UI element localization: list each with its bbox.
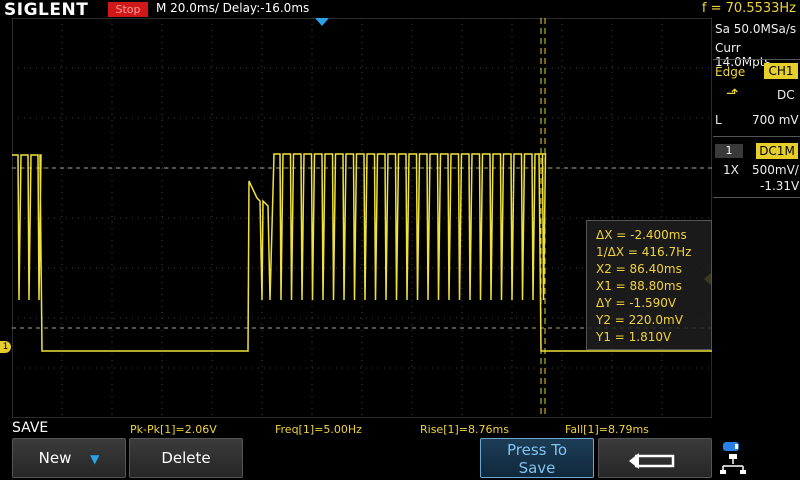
measurement-pkpk: Pk-Pk[1]=2.06V xyxy=(130,423,217,436)
menu-title: SAVE xyxy=(12,420,49,436)
cursor-x1: X1 = 88.80ms xyxy=(596,279,682,293)
channel-scale: 500mV/ xyxy=(752,163,799,177)
measurement-freq: Freq[1]=5.00Hz xyxy=(275,423,362,436)
network-icon xyxy=(720,442,746,474)
frequency-counter: f = 70.5533Hz xyxy=(701,1,796,16)
return-button[interactable] xyxy=(598,438,712,478)
measurement-rise: Rise[1]=8.76ms xyxy=(420,423,509,436)
channel-coupling-badge[interactable]: DC1M xyxy=(756,143,798,159)
waveform-display[interactable] xyxy=(12,18,712,418)
delete-button[interactable]: Delete xyxy=(129,438,243,478)
channel1-offset-marker[interactable]: 1 xyxy=(0,341,11,353)
cursor-y1: Y1 = 1.810V xyxy=(596,330,672,344)
channel-probe: 1X xyxy=(723,163,739,177)
return-arrow-icon xyxy=(629,453,675,469)
channel-number-badge[interactable]: 1 xyxy=(715,144,743,158)
press-to-save-line1: Press To xyxy=(506,441,568,459)
measurement-fall: Fall[1]=8.79ms xyxy=(565,423,649,436)
trigger-source-badge[interactable]: CH1 xyxy=(764,63,798,79)
trigger-type[interactable]: Edge xyxy=(715,65,745,79)
sample-rate: Sa 50.0MSa/s xyxy=(715,22,797,36)
cursor-delta-x: ΔX = -2.400ms xyxy=(596,228,687,242)
run-state-badge[interactable]: Stop xyxy=(108,2,148,17)
cursor-delta-y: ΔY = -1.590V xyxy=(596,296,677,310)
trigger-coupling: DC xyxy=(777,88,795,102)
cursor-inverse-delta-x: 1/ΔX = 416.7Hz xyxy=(596,245,692,259)
separator xyxy=(713,197,800,198)
cursor-y2: Y2 = 220.0mV xyxy=(596,313,683,327)
timebase-readout: M 20.0ms/ Delay:-16.0ms xyxy=(156,1,310,15)
cursor-x2: X2 = 86.40ms xyxy=(596,262,682,276)
trigger-level-label: L xyxy=(715,113,722,127)
new-button-label: New xyxy=(38,449,72,467)
press-to-save-line2: Save xyxy=(518,459,556,477)
press-to-save-button[interactable]: Press To Save xyxy=(480,438,594,478)
trigger-level-value: 700 mV xyxy=(752,113,799,127)
separator xyxy=(713,59,800,60)
trigger-slope-icon: ⬏︎ xyxy=(726,84,739,102)
channel-offset: -1.31V xyxy=(760,179,800,193)
siglent-logo: SIGLENT xyxy=(4,0,89,20)
down-arrow-icon: ▼ xyxy=(90,452,100,466)
network-status[interactable] xyxy=(715,438,800,478)
new-button[interactable]: New ▼ xyxy=(12,438,126,478)
separator xyxy=(713,136,800,137)
